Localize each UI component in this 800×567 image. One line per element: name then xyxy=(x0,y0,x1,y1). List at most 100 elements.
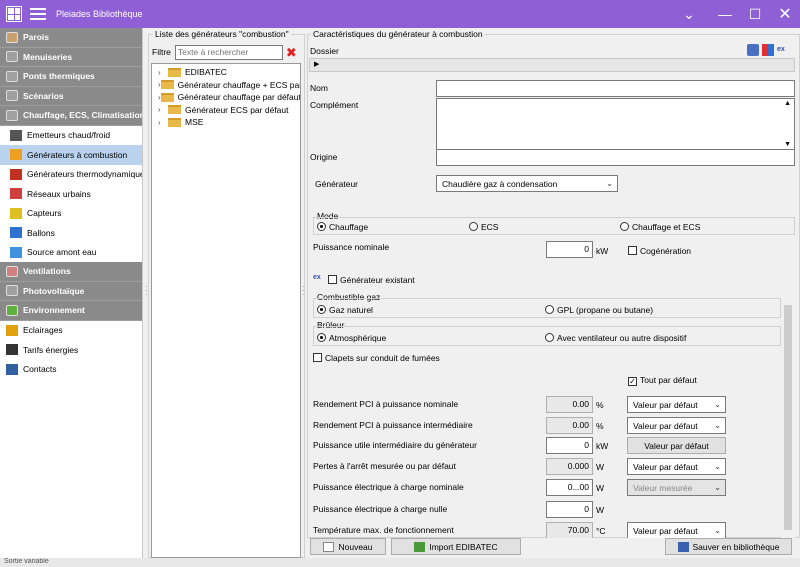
form-scrollbar[interactable] xyxy=(781,293,795,555)
import-edibatec-button[interactable]: Import EDIBATEC xyxy=(391,538,521,555)
generator-tree[interactable]: › EDIBATEC › Générateur chauffage + ECS par… xyxy=(151,63,301,558)
default-value-button-label: Valeur par défaut xyxy=(644,440,709,451)
menu-icon[interactable] xyxy=(30,8,46,20)
parameter-value-input[interactable]: 0 xyxy=(546,437,593,454)
sidebar-item-10[interactable]: Ballons xyxy=(0,223,142,243)
sidebar-nav: Parois Menuiseries Ponts thermiques Scénari… xyxy=(0,28,143,567)
sidebar-item-16[interactable]: Tarifs énergies xyxy=(0,340,142,360)
clear-filter-icon[interactable]: ✖ xyxy=(286,46,297,59)
complement-textarea[interactable]: ▲ ▼ xyxy=(436,98,795,150)
generator-form: Caractéristiques du générateur à combust… xyxy=(307,28,800,567)
checkbox-box xyxy=(628,246,637,255)
parameter-mode-select[interactable]: Valeur par défaut ⌄ xyxy=(627,522,726,539)
chevron-right-icon[interactable]: › xyxy=(158,68,168,77)
scroll-up-icon[interactable]: ▲ xyxy=(784,100,791,107)
folder-icon xyxy=(160,80,174,90)
sauver-bibliotheque-button[interactable]: Sauver en bibliothèque xyxy=(665,538,792,555)
sidebar-item-17[interactable]: Contacts xyxy=(0,360,142,380)
tree-item[interactable]: › Générateur ECS par défaut xyxy=(152,104,300,117)
complement-label: Complément xyxy=(310,100,359,110)
import-arrow-icon xyxy=(414,541,426,552)
origine-input[interactable] xyxy=(436,149,795,166)
sidebar-item-9[interactable]: Capteurs xyxy=(0,204,142,224)
mode-radio-1[interactable]: ECS xyxy=(469,222,498,232)
heating-icon xyxy=(6,109,18,121)
sidebar-item-label: Menuiseries xyxy=(23,51,73,62)
sidebar-item-7[interactable]: Générateurs thermodynamiques xyxy=(0,165,142,185)
collapse-chevron-icon[interactable]: ⌄ xyxy=(674,0,704,28)
splitter-right[interactable]: · · · xyxy=(302,283,305,299)
sidebar-item-12[interactable]: Ventilations xyxy=(0,262,142,282)
parameter-unit: °C xyxy=(596,526,606,536)
parameter-value-input[interactable]: 0.000 xyxy=(546,458,593,475)
pv-panel-icon xyxy=(6,285,18,297)
sidebar-item-8[interactable]: Réseaux urbains xyxy=(0,184,142,204)
sidebar-item-label: Ventilations xyxy=(23,266,71,277)
chevron-right-icon[interactable]: › xyxy=(158,118,168,127)
parameter-mode-select[interactable]: Valeur par défaut ⌄ xyxy=(627,458,726,475)
parameter-label: Pertes à l'arrêt mesurée ou par défaut xyxy=(313,461,456,471)
import-icon[interactable] xyxy=(762,44,774,56)
parameter-value-input[interactable]: 0.00 xyxy=(546,417,593,434)
sidebar-item-2[interactable]: Ponts thermiques xyxy=(0,67,142,87)
clapets-checkbox[interactable]: Clapets sur conduit de fumées xyxy=(313,353,440,363)
splitter-left[interactable]: · · · xyxy=(145,283,148,299)
mode-radio-0[interactable]: Chauffage xyxy=(317,222,368,232)
maximize-icon[interactable]: ☐ xyxy=(740,0,770,28)
parameter-value-input[interactable]: 0 xyxy=(546,501,593,518)
default-value-button[interactable]: Valeur par défaut xyxy=(627,437,726,454)
tout-par-defaut-checkbox[interactable]: ✓ Tout par défaut xyxy=(628,375,697,386)
filter-input[interactable] xyxy=(174,44,283,60)
bruleur-radio-1[interactable]: Avec ventilateur ou autre dispositif xyxy=(545,333,686,343)
parameter-value-input[interactable]: 70.00 xyxy=(546,522,593,539)
tree-item[interactable]: ›Générateur chauffage + ECS par défaut xyxy=(152,79,300,92)
parameter-mode-select[interactable]: Valeur par défaut ⌄ xyxy=(627,417,726,434)
folder-icon xyxy=(160,92,174,102)
sidebar-item-6[interactable]: Générateurs à combustion xyxy=(0,145,142,165)
radio-indicator xyxy=(317,222,326,231)
tree-item[interactable]: › Générateur chauffage par défaut xyxy=(152,91,300,104)
sidebar-item-1[interactable]: Menuiseries xyxy=(0,47,142,67)
sidebar-item-label: Scénarios xyxy=(23,90,64,101)
bruleur-radio-0[interactable]: Atmosphérique xyxy=(317,333,386,343)
parameter-mode-select[interactable]: Valeur mesurée ⌄ xyxy=(627,479,726,496)
generateur-select[interactable]: Chaudière gaz à condensation ⌄ xyxy=(436,175,618,192)
settings-gear-icon[interactable] xyxy=(747,44,759,56)
generateur-existant-checkbox[interactable]: Générateur existant xyxy=(328,275,415,285)
sidebar-item-4[interactable]: Chauffage, ECS, Climatisation xyxy=(0,106,142,126)
parameter-unit: W xyxy=(596,505,605,515)
radio-indicator xyxy=(545,333,554,342)
tree-item[interactable]: › EDIBATEC xyxy=(152,66,300,79)
contacts-icon xyxy=(6,363,18,375)
chevron-right-icon[interactable]: › xyxy=(158,105,168,114)
parameter-value-input[interactable]: 0.00 xyxy=(546,396,593,413)
fan-icon xyxy=(6,265,18,277)
scroll-down-icon[interactable]: ▼ xyxy=(784,141,791,148)
dossier-bar[interactable]: ▶ xyxy=(309,58,795,72)
sidebar-item-5[interactable]: Emetteurs chaud/froid xyxy=(0,126,142,146)
parameter-value-input[interactable]: 0...00 xyxy=(546,479,593,496)
sidebar-item-15[interactable]: Eclairages xyxy=(0,321,142,341)
puissance-nominale-input[interactable]: 0 xyxy=(546,241,593,258)
play-arrow-icon[interactable]: ▶ xyxy=(314,60,319,68)
nouveau-button[interactable]: Nouveau xyxy=(310,538,386,555)
tree-item[interactable]: › MSE xyxy=(152,116,300,129)
nom-input[interactable] xyxy=(436,80,795,97)
sidebar-item-13[interactable]: Photovoltaïque xyxy=(0,281,142,301)
parameter-mode-select[interactable]: Valeur par défaut ⌄ xyxy=(627,396,726,413)
sidebar-item-14[interactable]: Environnement xyxy=(0,301,142,321)
minimize-icon[interactable]: — xyxy=(710,0,740,28)
new-document-icon xyxy=(323,541,335,552)
sidebar-item-0[interactable]: Parois xyxy=(0,28,142,48)
sidebar-item-3[interactable]: Scénarios xyxy=(0,86,142,106)
mode-radio-2[interactable]: Chauffage et ECS xyxy=(620,222,700,232)
parameter-label: Puissance utile intermédiaire du générat… xyxy=(313,440,477,450)
scrollbar-thumb[interactable] xyxy=(784,305,792,530)
cogeneration-checkbox[interactable]: Cogénération xyxy=(628,246,691,256)
sidebar-item-11[interactable]: Source amont eau xyxy=(0,243,142,263)
close-icon[interactable]: ✕ xyxy=(770,0,800,28)
leaf-icon xyxy=(6,304,18,316)
combustible-radio-0[interactable]: Gaz naturel xyxy=(317,305,373,315)
combustible-radio-1[interactable]: GPL (propane ou butane) xyxy=(545,305,653,315)
export-ex-icon[interactable]: ex xyxy=(777,46,785,53)
